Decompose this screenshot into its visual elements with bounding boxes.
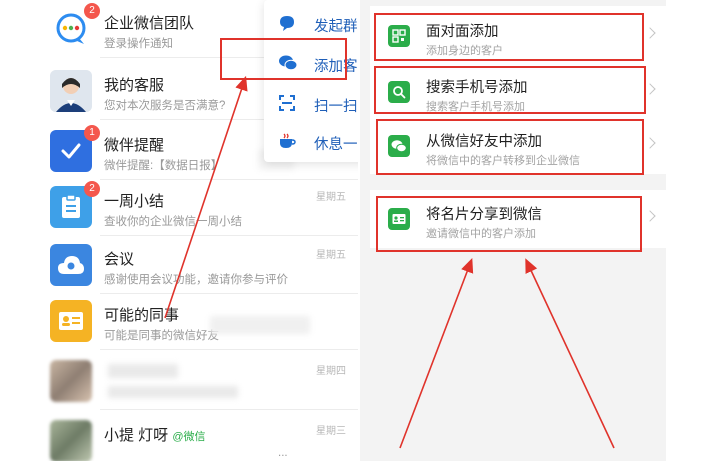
- wechat-tag: @微信: [172, 431, 206, 443]
- blurred-text: [108, 386, 238, 398]
- menu-label: 发起群聊: [314, 19, 358, 35]
- annotation-box-wechat-friends: [376, 119, 644, 175]
- chat-time: 星期五: [316, 250, 346, 261]
- chat-bubble-icon: [278, 14, 296, 32]
- chevron-right-icon: [644, 27, 656, 39]
- annotation-box-share-card: [376, 196, 642, 252]
- menu-item-start-group-chat[interactable]: 发起群聊: [264, 4, 358, 42]
- chat-preview: 微伴提醒:【数据日报】: [104, 160, 223, 172]
- chat-title-text: 小提 灯呀: [104, 427, 169, 444]
- menu-label: 扫一扫: [314, 99, 358, 115]
- chat-title: 一周小结: [104, 193, 165, 210]
- annotation-box-add-customer: [220, 38, 347, 80]
- chat-item-meeting[interactable]: 会议 感谢使用会议功能，邀请你参与评价 星期五: [38, 236, 358, 294]
- chat-item-weekly-summary[interactable]: 2 一周小结 查收你的企业微信一周小结 星期五: [38, 178, 358, 236]
- row-divider: [100, 349, 358, 350]
- blurred-text: [108, 364, 178, 378]
- unread-badge: 2: [84, 181, 100, 197]
- chat-preview: ...: [278, 447, 288, 459]
- menu-label: 休息一下: [314, 137, 358, 153]
- chat-time: 星期四: [316, 366, 346, 377]
- blur-patch: [210, 316, 310, 334]
- chat-title: 小提 灯呀 @微信: [104, 424, 206, 445]
- chat-title: 我的客服: [104, 77, 165, 94]
- blurred-avatar: [50, 360, 92, 402]
- chat-title: 可能的同事: [104, 307, 180, 324]
- chat-list-panel: 2 企业微信团队 登录操作通知 我的客服 您对本次服务是否满意? 1 微伴提醒: [38, 0, 358, 461]
- chat-preview: 可能是同事的微信好友: [104, 330, 219, 342]
- chevron-right-icon: [644, 83, 656, 95]
- chat-item-blurred[interactable]: 星期四: [38, 352, 358, 410]
- chat-time: 星期三: [316, 426, 346, 437]
- annotation-box-face-to-face: [374, 13, 644, 61]
- contact-card-icon: [50, 300, 92, 342]
- menu-item-scan[interactable]: 扫一扫: [264, 84, 358, 122]
- scan-icon: [278, 94, 296, 112]
- chat-preview: 登录操作通知: [104, 38, 173, 50]
- add-customer-panel: 面对面添加 添加身边的客户 搜索手机号添加 搜索客户手机号添加 从微信好友中添加…: [360, 0, 666, 461]
- chevron-right-icon: [644, 210, 656, 222]
- chat-preview: 您对本次服务是否满意?: [104, 100, 226, 112]
- chat-preview: 查收你的企业微信一周小结: [104, 216, 242, 228]
- menu-item-take-a-break[interactable]: 休息一下: [264, 122, 358, 160]
- unread-badge: 2: [84, 3, 100, 19]
- chat-title: 企业微信团队: [104, 15, 195, 32]
- chat-time: 星期五: [316, 192, 346, 203]
- chevron-right-icon: [644, 137, 656, 149]
- chat-item-possible-colleagues[interactable]: 可能的同事 可能是同事的微信好友: [38, 292, 358, 350]
- coffee-icon: [278, 132, 296, 150]
- chat-item-partial[interactable]: 小提 灯呀 @微信 ... 星期三: [38, 412, 358, 461]
- chat-preview: 感谢使用会议功能，邀请你参与评价: [104, 274, 288, 286]
- chat-title: 会议: [104, 251, 135, 268]
- cloud-icon: [50, 244, 92, 286]
- blurred-avatar: [50, 420, 92, 461]
- unread-badge: 1: [84, 125, 100, 141]
- annotation-box-search-phone: [374, 66, 646, 114]
- row-divider: [100, 409, 358, 410]
- agent-photo: [50, 70, 92, 112]
- plus-dropdown-menu: 发起群聊 添加客户 扫一扫 休息一下: [264, 0, 358, 162]
- chat-title: 微伴提醒: [104, 137, 165, 154]
